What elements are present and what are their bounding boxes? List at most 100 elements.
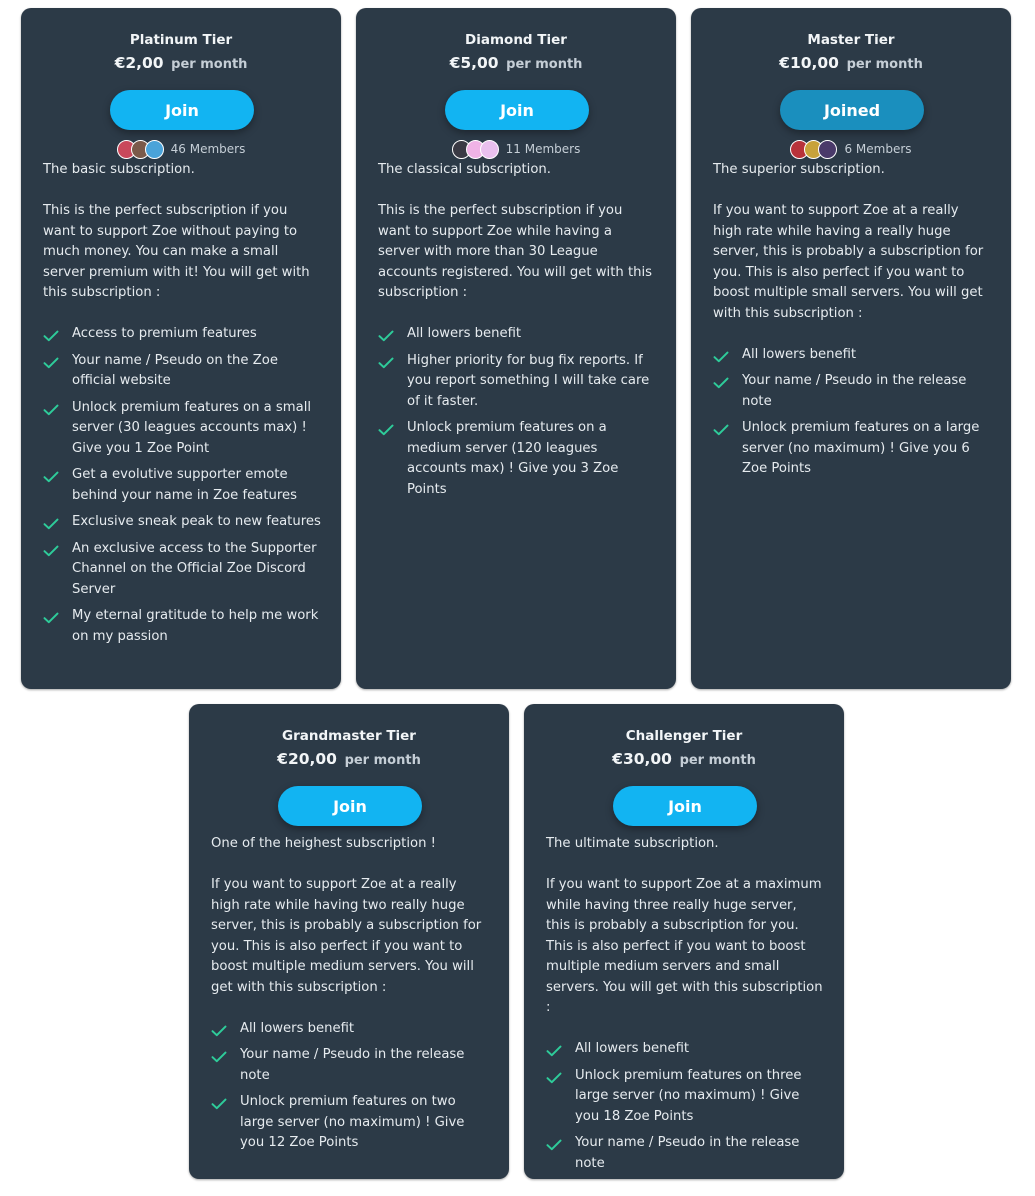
- description-paragraph: This is the perfect subscription if you …: [378, 203, 653, 300]
- member-avatars: [790, 139, 838, 159]
- check-icon: [378, 357, 394, 368]
- tier-price-line: €5,00 per month: [356, 53, 676, 72]
- benefit-item: All lowers benefit: [211, 1019, 489, 1040]
- benefit-item: Higher priority for bug fix reports. If …: [378, 351, 656, 413]
- tier-card: Challenger Tier €30,00 per month Join The u…: [524, 704, 844, 1179]
- benefit-item: Your name / Pseudo in the release note: [546, 1133, 824, 1174]
- benefit-item: Unlock premium features on a small serve…: [43, 398, 321, 460]
- tier-card: Grandmaster Tier €20,00 per month Join One …: [189, 704, 509, 1179]
- benefit-text: All lowers benefit: [240, 1020, 355, 1036]
- member-avatars: [116, 139, 164, 159]
- tier-description: One of the heighest subscription ! If you…: [211, 834, 489, 1154]
- join-button[interactable]: Join: [278, 786, 422, 826]
- benefit-list: All lowers benefit Your name / Pseudo in …: [713, 345, 991, 480]
- benefit-text: All lowers benefit: [575, 1041, 690, 1056]
- description-paragraph: One of the heighest subscription !: [211, 836, 436, 851]
- check-icon: [43, 357, 59, 368]
- tier-price: €20,00: [277, 750, 337, 768]
- check-icon: [713, 377, 729, 389]
- benefit-text: Your name / Pseudo in the release note: [742, 373, 967, 409]
- benefit-text: Higher priority for bug fix reports. If …: [407, 352, 650, 409]
- tier-price: €10,00: [779, 54, 839, 72]
- benefit-list: All lowers benefit Your name / Pseudo in …: [211, 1019, 489, 1154]
- check-icon: [546, 1072, 562, 1083]
- benefit-list: Access to premium features Your name / Ps…: [43, 324, 321, 647]
- tier-card: Diamond Tier €5,00 per month Join 11 Member…: [356, 8, 676, 689]
- check-icon: [211, 1051, 227, 1063]
- check-icon: [211, 1025, 227, 1036]
- tier-card: Master Tier €10,00 per month Joined 6 Membe…: [691, 8, 1011, 689]
- benefit-item: All lowers benefit: [546, 1039, 824, 1060]
- tier-price-period: per month: [846, 57, 923, 72]
- check-icon: [546, 1045, 562, 1057]
- check-icon: [546, 1139, 562, 1151]
- check-icon: [378, 424, 394, 436]
- tier-card: Platinum Tier €2,00 per month Join 46 Membe…: [21, 8, 341, 689]
- tier-price-line: €20,00 per month: [189, 749, 509, 768]
- tier-description: The superior subscription. If you want to…: [713, 160, 991, 480]
- benefit-text: Unlock premium features on a medium serv…: [407, 420, 619, 497]
- member-count[interactable]: 46 Members: [171, 142, 246, 156]
- benefit-list: All lowers benefit Unlock premium feature…: [546, 1039, 824, 1174]
- tier-price-period: per month: [506, 57, 583, 72]
- benefit-item: Unlock premium features on a medium serv…: [378, 418, 656, 500]
- check-icon: [713, 424, 729, 436]
- benefit-text: Unlock premium features on a large serve…: [742, 420, 980, 476]
- benefit-text: Unlock premium features on two large ser…: [240, 1094, 465, 1150]
- tier-name: Master Tier: [807, 32, 895, 48]
- benefit-text: An exclusive access to the Supporter Cha…: [72, 540, 317, 597]
- benefit-text: Your name / Pseudo in the release note: [575, 1135, 800, 1171]
- member-avatars: [451, 139, 499, 159]
- member-count[interactable]: 11 Members: [506, 142, 581, 156]
- benefit-item: My eternal gratitude to help me work on …: [43, 606, 321, 647]
- benefit-text: Exclusive sneak peak to new features: [72, 514, 321, 529]
- description-paragraph: The ultimate subscription.: [546, 836, 719, 851]
- tier-price-period: per month: [171, 57, 248, 72]
- benefit-item: Exclusive sneak peak to new features: [43, 512, 321, 533]
- check-icon: [43, 404, 59, 415]
- description-paragraph: If you want to support Zoe at a really h…: [713, 203, 984, 321]
- tier-price-period: per month: [679, 753, 756, 768]
- check-icon: [713, 351, 729, 362]
- benefit-list: All lowers benefit Higher priority for bu…: [378, 324, 656, 500]
- joined-button[interactable]: Joined: [780, 90, 924, 130]
- description-paragraph: If you want to support Zoe at a maximum …: [546, 877, 823, 1015]
- tier-name: Platinum Tier: [129, 32, 233, 48]
- benefit-text: All lowers benefit: [407, 326, 522, 341]
- benefit-item: Your name / Pseudo in the release note: [713, 371, 991, 412]
- tier-price-line: €2,00 per month: [21, 53, 341, 72]
- benefit-item: All lowers benefit: [713, 345, 991, 366]
- description-paragraph: The superior subscription.: [713, 162, 885, 177]
- benefit-item: Get a evolutive supporter emote behind y…: [43, 465, 321, 506]
- check-icon: [43, 612, 59, 624]
- benefit-text: Your name / Pseudo on the Zoe official w…: [72, 352, 278, 389]
- join-button[interactable]: Join: [613, 786, 757, 826]
- description-paragraph: If you want to support Zoe at a really h…: [211, 877, 482, 995]
- tier-name: Challenger Tier: [625, 728, 743, 744]
- tier-price-period: per month: [344, 753, 421, 768]
- member-summary: 46 Members: [21, 138, 341, 160]
- member-avatar[interactable]: [479, 139, 499, 159]
- member-avatar[interactable]: [144, 139, 164, 159]
- check-icon: [43, 545, 59, 556]
- benefit-item: Unlock premium features on three large s…: [546, 1066, 824, 1128]
- benefit-text: My eternal gratitude to help me work on …: [72, 608, 319, 644]
- benefit-text: Your name / Pseudo in the release note: [240, 1047, 465, 1083]
- member-avatar[interactable]: [818, 139, 838, 159]
- description-paragraph: The basic subscription.: [43, 162, 195, 177]
- benefit-text: All lowers benefit: [742, 346, 857, 362]
- join-button[interactable]: Join: [445, 90, 589, 130]
- tier-description: The ultimate subscription. If you want to…: [546, 834, 824, 1174]
- benefit-item: An exclusive access to the Supporter Cha…: [43, 539, 321, 601]
- member-summary: 6 Members: [691, 138, 1011, 160]
- member-count[interactable]: 6 Members: [844, 142, 911, 156]
- check-icon: [43, 471, 59, 483]
- check-icon: [378, 330, 394, 342]
- check-icon: [43, 330, 59, 342]
- join-button[interactable]: Join: [110, 90, 254, 130]
- benefit-text: Get a evolutive supporter emote behind y…: [72, 467, 297, 503]
- benefit-text: Unlock premium features on a small serve…: [72, 399, 312, 456]
- tier-price-line: €10,00 per month: [691, 53, 1011, 72]
- benefit-item: Unlock premium features on a large serve…: [713, 418, 991, 480]
- benefit-item: Unlock premium features on two large ser…: [211, 1092, 489, 1154]
